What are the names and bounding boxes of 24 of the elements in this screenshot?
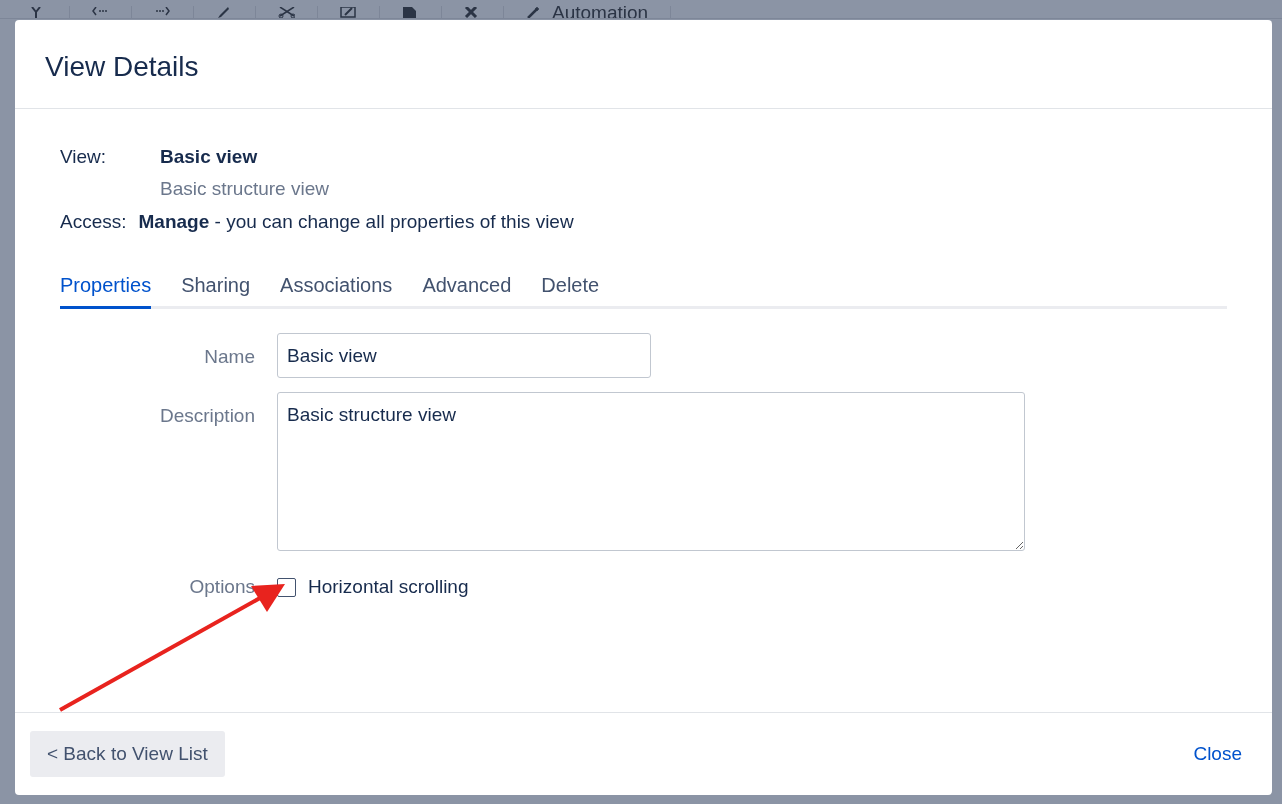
field-label: Options xyxy=(188,575,255,600)
field-label: Description xyxy=(158,404,255,429)
dialog-title: View Details xyxy=(45,50,200,84)
view-name: Basic view xyxy=(160,144,259,169)
access-label: Access: xyxy=(60,209,127,234)
tab[interactable]: Associations xyxy=(280,270,393,310)
view-description: Basic structure view xyxy=(160,177,329,202)
view-label: View: xyxy=(60,144,108,169)
right-arrow-icon[interactable] xyxy=(154,7,171,18)
tab[interactable]: Properties xyxy=(60,270,152,310)
description-field[interactable]: Basic structure view xyxy=(277,392,1025,552)
tab[interactable]: Delete xyxy=(541,270,600,310)
scissors-icon[interactable] xyxy=(278,7,295,18)
left-arrow-icon[interactable] xyxy=(92,7,109,18)
access-text: Manage - you can change all properties of this view xyxy=(138,209,574,234)
close-link[interactable]: Close xyxy=(1193,739,1242,768)
field-label: Name xyxy=(203,345,255,370)
tab[interactable]: Sharing xyxy=(181,270,251,310)
name-field[interactable]: Basic view xyxy=(277,333,651,379)
document-icon[interactable] xyxy=(402,7,419,18)
tab[interactable]: Advanced xyxy=(422,270,512,310)
edit-icon[interactable] xyxy=(340,7,357,18)
checkbox-label: Horizontal scrolling xyxy=(308,575,469,600)
back-button[interactable]: < Back to View List xyxy=(30,730,225,777)
